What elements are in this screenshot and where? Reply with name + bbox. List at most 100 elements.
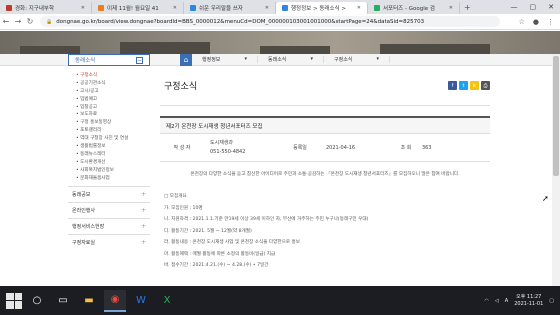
kakao-icon[interactable]: k xyxy=(470,81,479,90)
browser-tab-active[interactable]: 행정정보 > 동래소식 > ✕ xyxy=(276,2,368,14)
tab-favicon-icon xyxy=(190,5,196,11)
maximize-icon[interactable]: ▢ xyxy=(530,3,537,11)
wifi-icon[interactable]: ◠ xyxy=(485,298,489,304)
scrollbar-thumb[interactable] xyxy=(553,56,559,176)
sidebar-item[interactable]: • 생활법률정보 xyxy=(76,143,150,151)
sidebar-item[interactable]: • 보도자료 xyxy=(76,111,150,119)
sidebar-group[interactable]: 온라인행사 + xyxy=(68,202,150,218)
sidebar-item-label: 사회복지법인정보 xyxy=(80,167,114,173)
profile-icon[interactable]: ● xyxy=(533,18,539,26)
sidebar-item-label: 구정소식 xyxy=(80,73,98,78)
back-icon[interactable]: ← xyxy=(0,17,12,26)
chevron-down-icon: ▾ xyxy=(376,56,379,62)
sidebar-group[interactable]: 행정서비스헌장 + xyxy=(68,218,150,234)
page-scrollbar[interactable] xyxy=(552,54,560,286)
menu-icon[interactable]: ⋮ xyxy=(547,18,554,26)
word-icon[interactable]: W xyxy=(130,290,152,312)
post-meta: 작 성 자 도시재생과 051-550-4842 등록일 2021-04-16 … xyxy=(160,134,490,162)
tab-favicon-icon xyxy=(374,5,380,11)
ime-indicator[interactable]: A xyxy=(505,298,508,304)
url-text: dongnae.go.kr/board/view.dongnae?boardId… xyxy=(56,18,425,25)
twitter-icon[interactable]: t xyxy=(459,81,468,90)
reload-icon[interactable]: ↻ xyxy=(24,17,36,26)
banner-roof xyxy=(120,42,210,54)
lock-icon: 🔒 xyxy=(46,18,53,25)
window-controls: — ▢ ✕ xyxy=(511,3,560,11)
forward-icon[interactable]: → xyxy=(12,17,24,26)
sidebar-item[interactable]: • 입법예고 xyxy=(76,96,150,104)
windows-start-icon[interactable] xyxy=(6,292,22,309)
view-count: 363 xyxy=(422,144,432,151)
nav-dropdown-label: 행정정보 xyxy=(202,57,221,63)
new-tab-button[interactable]: + xyxy=(464,3,471,12)
volume-icon[interactable]: ◁ xyxy=(495,298,499,304)
post-line: 라. 활동내용 : 온천장 도시재생 사업 및 온천장 소식을 다양한으로 홍보 xyxy=(164,240,300,245)
sidebar-item[interactable]: • 사회복지법인정보 xyxy=(76,167,150,175)
nav-dropdown[interactable]: 행정정보 ▾ xyxy=(192,56,258,63)
tab-favicon-icon xyxy=(98,5,104,11)
sidebar-group[interactable]: 동래공보 + xyxy=(68,186,150,202)
post-line: 마. 활동혜택 : 매월 활동에 따른 소정의 활동비(일급) 지급 xyxy=(164,251,276,257)
nav-dropdown-label: 동래소식 xyxy=(268,57,287,63)
close-icon[interactable]: ✕ xyxy=(265,5,269,11)
excel-icon[interactable]: X xyxy=(156,290,178,312)
sidebar: 동래소식 − • 구정소식 • 공공기관소식 • 고시/공고 • 입법예고 • … xyxy=(68,54,150,250)
close-window-icon[interactable]: ✕ xyxy=(548,3,554,11)
tab-label: 서포터즈 - Google 검 xyxy=(383,6,435,12)
browser-tab[interactable]: 경화: 지구내부학 ✕ xyxy=(0,2,92,14)
post-title: 제2기 온천장 도시재생 청년서포터즈 모집 xyxy=(160,116,490,134)
banner-roof xyxy=(20,46,80,54)
browser-tab[interactable]: 쉬운 우리말을 쓰자 ✕ xyxy=(184,2,276,14)
toolbar-icons: ☆ ● ⋮ xyxy=(519,18,560,26)
home-icon[interactable]: ⌂ xyxy=(180,53,192,66)
sidebar-item[interactable]: • 역대 구청장 사진 및 연설 xyxy=(76,135,150,143)
title-row: 구정소식 f t k ⎙ xyxy=(160,66,490,106)
file-explorer-icon[interactable]: ▬ xyxy=(78,290,100,312)
clock-time: 오후 11:27 xyxy=(516,293,542,300)
sidebar-item[interactable]: • 동래뉴스레터 xyxy=(76,151,150,159)
post-body: 온천장의 다양한 소식을 듣고 참신한 아이디어로 주민과 소통·공감하는 『온… xyxy=(160,162,490,272)
search-icon[interactable]: ○ xyxy=(26,290,48,312)
collapse-icon[interactable]: − xyxy=(136,56,143,64)
sidebar-group[interactable]: 구정자료실 + xyxy=(68,234,150,250)
sidebar-item[interactable]: • 구정소식 xyxy=(76,72,150,80)
sidebar-item[interactable]: • 도시환경개선 xyxy=(76,159,150,167)
sidebar-item-label: 입법예고 xyxy=(80,96,98,102)
tab-label: 쉬운 우리말을 쓰자 xyxy=(199,6,243,12)
sidebar-header-label: 동래소식 xyxy=(75,58,96,64)
nav-dropdown-label: 구정소식 xyxy=(334,57,353,63)
sidebar-item-label: 공공기관소식 xyxy=(80,80,106,86)
close-icon[interactable]: ✕ xyxy=(357,5,361,11)
taskbar: ○ ▭ ▬ ◉ W X ◠ ◁ A 오후 11:27 2021-11-01 ▢ xyxy=(0,286,560,315)
browser-tab[interactable]: 서포터즈 - Google 검 ✕ xyxy=(368,2,460,14)
browser-tab[interactable]: 이제 11월! 월요일 41 ✕ xyxy=(92,2,184,14)
clock[interactable]: 오후 11:27 2021-11-01 xyxy=(514,294,543,308)
sidebar-group-label: 구정자료실 xyxy=(72,240,96,247)
close-icon[interactable]: ✕ xyxy=(449,5,453,11)
share-buttons: f t k ⎙ xyxy=(448,81,490,90)
star-icon[interactable]: ☆ xyxy=(519,18,525,26)
sidebar-item[interactable]: • 구정 홍보동영상 xyxy=(76,119,150,127)
minimize-icon[interactable]: — xyxy=(511,3,518,11)
sidebar-item[interactable]: • 포토갤러리 xyxy=(76,127,150,135)
print-icon[interactable]: ⎙ xyxy=(481,81,490,90)
sidebar-header[interactable]: 동래소식 − xyxy=(68,54,150,66)
sidebar-item[interactable]: • 문화재돌봄사업 xyxy=(76,175,150,183)
sidebar-item[interactable]: • 입찰공고 xyxy=(76,104,150,112)
post-line: □ 모집개요 xyxy=(164,194,187,199)
task-view-icon[interactable]: ▭ xyxy=(52,290,74,312)
sidebar-group-label: 온라인행사 xyxy=(72,208,96,215)
facebook-icon[interactable]: f xyxy=(448,81,457,90)
notification-icon[interactable]: ▢ xyxy=(549,298,554,304)
nav-dropdown[interactable]: 구정소식 ▾ xyxy=(324,56,390,63)
close-icon[interactable]: ✕ xyxy=(173,5,177,11)
post-intro: 온천장의 다양한 소식을 듣고 참신한 아이디어로 주민과 소통·공감하는 『온… xyxy=(190,172,460,177)
chrome-icon[interactable]: ◉ xyxy=(104,289,126,312)
close-icon[interactable]: ✕ xyxy=(81,5,85,11)
url-input[interactable]: 🔒 dongnae.go.kr/board/view.dongnae?board… xyxy=(40,16,500,27)
sidebar-item[interactable]: • 공공기관소식 xyxy=(76,80,150,88)
plus-icon: + xyxy=(140,191,146,199)
nav-dropdown[interactable]: 동래소식 ▾ xyxy=(258,56,324,63)
sidebar-item[interactable]: • 고시/공고 xyxy=(76,88,150,96)
plus-icon: + xyxy=(140,207,146,215)
